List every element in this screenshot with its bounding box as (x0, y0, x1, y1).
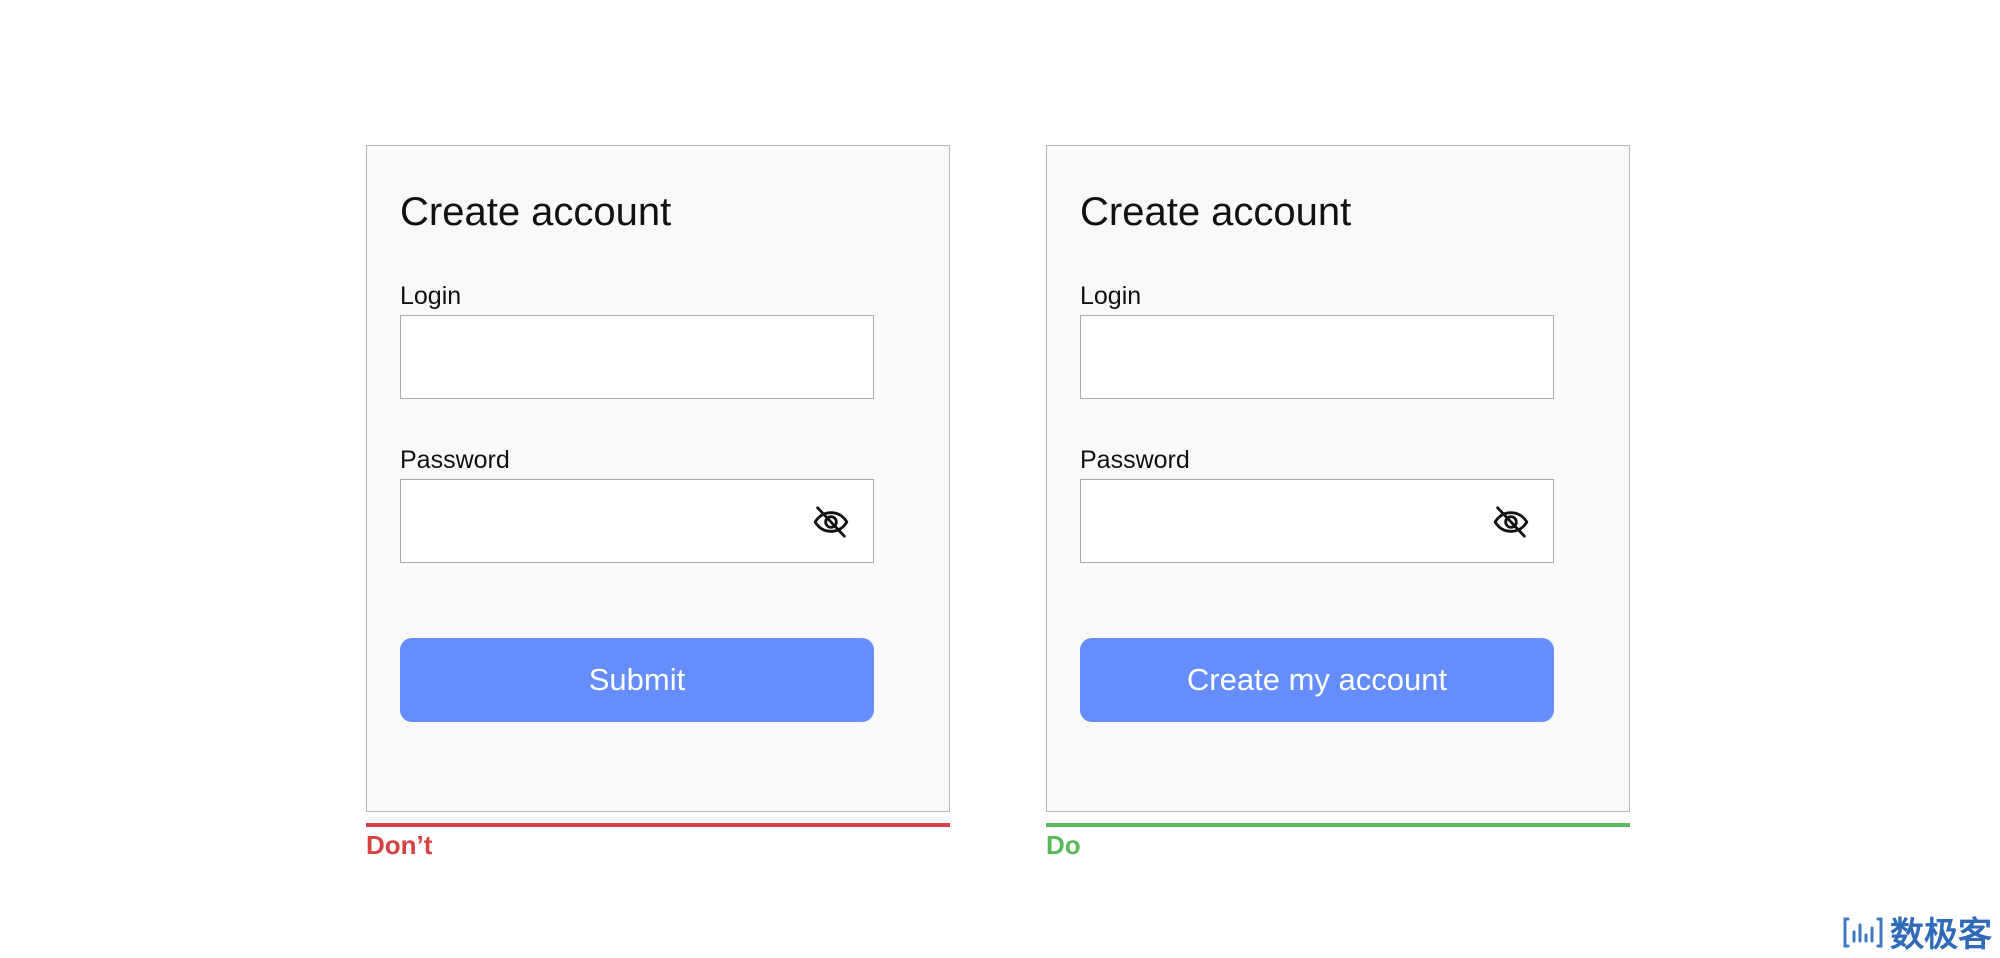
password-field (400, 479, 874, 563)
watermark: 数极客 (1842, 915, 1992, 954)
watermark-text: 数极客 (1890, 914, 1992, 955)
create-my-account-button[interactable]: Create my account (1080, 638, 1554, 722)
do-rule (1046, 823, 1630, 827)
password-field (1080, 479, 1554, 563)
do-label: Do (1046, 830, 1081, 860)
create-account-form: Create account Login Password Submit (366, 145, 950, 812)
login-field (1080, 315, 1554, 399)
dont-rule (366, 823, 950, 827)
login-input[interactable] (1081, 316, 1553, 398)
password-input[interactable] (1081, 480, 1553, 562)
login-input[interactable] (401, 316, 873, 398)
form-title: Create account (400, 190, 672, 234)
bar-chart-icon (1842, 915, 1884, 954)
password-input[interactable] (401, 480, 873, 562)
eye-slash-icon[interactable] (1489, 500, 1533, 544)
form-title: Create account (1080, 190, 1352, 234)
password-label: Password (1080, 446, 1190, 474)
submit-button[interactable]: Submit (400, 638, 874, 722)
login-label: Login (400, 282, 462, 310)
password-label: Password (400, 446, 510, 474)
login-label: Login (1080, 282, 1142, 310)
create-account-form: Create account Login Password Create my … (1046, 145, 1630, 812)
dont-example: Create account Login Password Submit Don… (366, 145, 950, 861)
dont-label: Don’t (366, 830, 433, 860)
eye-slash-icon[interactable] (809, 500, 853, 544)
do-example: Create account Login Password Create my … (1046, 145, 1630, 861)
login-field (400, 315, 874, 399)
